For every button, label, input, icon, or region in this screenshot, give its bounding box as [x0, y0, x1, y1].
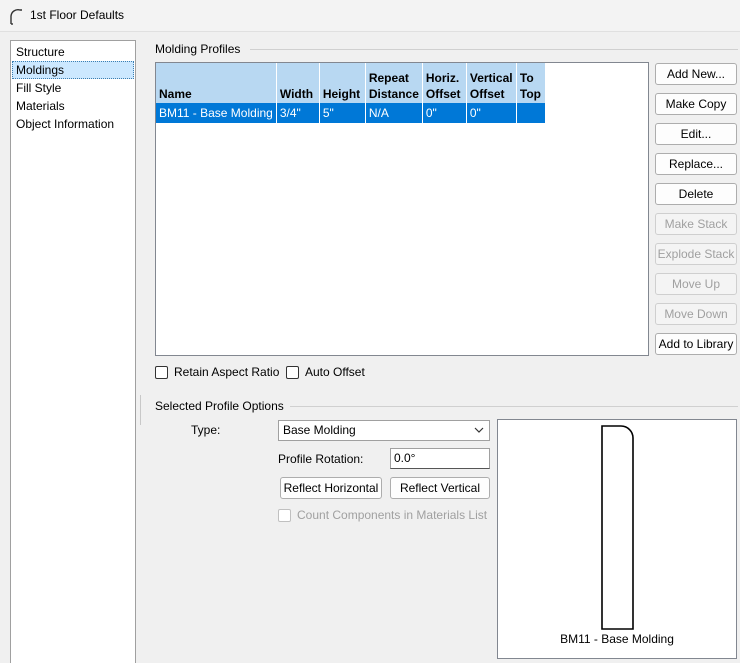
splitter-handle[interactable] [140, 395, 142, 425]
count-components-label: Count Components in Materials List [297, 508, 488, 522]
move-down-button[interactable]: Move Down [655, 303, 737, 325]
retain-aspect-ratio-option[interactable]: Retain Aspect Ratio [155, 365, 279, 379]
profile-rotation-input[interactable]: 0.0° [390, 448, 490, 469]
add-to-library-button[interactable]: Add to Library [655, 333, 737, 355]
cell-to-top [516, 103, 546, 123]
window-title: 1st Floor Defaults [30, 8, 125, 22]
type-dropdown[interactable]: Base Molding [278, 420, 490, 441]
delete-button[interactable]: Delete [655, 183, 737, 205]
type-dropdown-value: Base Molding [283, 423, 356, 437]
auto-offset-option[interactable]: Auto Offset [286, 365, 365, 379]
count-components-option[interactable]: Count Components in Materials List [278, 508, 487, 522]
auto-offset-label: Auto Offset [305, 365, 365, 379]
molding-profiles-table[interactable]: Name Width Height Repeat Distance Horiz. O… [155, 62, 649, 356]
reflect-horizontal-button[interactable]: Reflect Horizontal [280, 477, 382, 499]
explode-stack-button[interactable]: Explode Stack [655, 243, 737, 265]
chevron-down-icon [474, 421, 484, 447]
title-bar: 1st Floor Defaults [0, 0, 740, 32]
move-up-button[interactable]: Move Up [655, 273, 737, 295]
selected-profile-group-label: Selected Profile Options [155, 399, 288, 413]
molding-profiles-group-label: Molding Profiles [155, 42, 245, 56]
col-vertical-offset-header[interactable]: Vertical Offset [466, 63, 517, 103]
col-width-header[interactable]: Width [276, 63, 320, 103]
type-label: Type: [191, 423, 221, 437]
cell-horiz-offset: 0" [422, 103, 467, 123]
retain-aspect-ratio-checkbox[interactable] [155, 365, 168, 379]
molding-arc-icon [10, 9, 22, 25]
nav-item-object-information[interactable]: Object Information [12, 115, 134, 133]
category-list: Structure Moldings Fill Style Materials … [10, 40, 136, 663]
table-header-row: Name Width Height Repeat Distance Horiz. O… [156, 63, 546, 103]
col-name-header[interactable]: Name [156, 63, 277, 103]
auto-offset-checkbox[interactable] [286, 365, 299, 379]
profile-preview: BM11 - Base Molding [497, 419, 737, 659]
table-row[interactable]: BM11 - Base Molding 3/4" 5" N/A 0" 0" [156, 103, 546, 123]
profile-rotation-label: Profile Rotation: [278, 452, 364, 466]
nav-item-fill-style[interactable]: Fill Style [12, 79, 134, 97]
retain-aspect-ratio-label: Retain Aspect Ratio [174, 365, 280, 379]
group-divider [290, 406, 738, 407]
nav-item-structure[interactable]: Structure [12, 43, 134, 61]
cell-name: BM11 - Base Molding [156, 103, 277, 123]
add-new-button[interactable]: Add New... [655, 63, 737, 85]
col-horiz-offset-header[interactable]: Horiz. Offset [422, 63, 467, 103]
make-copy-button[interactable]: Make Copy [655, 93, 737, 115]
group-divider [250, 49, 738, 50]
reflect-vertical-button[interactable]: Reflect Vertical [390, 477, 490, 499]
count-components-checkbox[interactable] [278, 508, 291, 522]
nav-item-materials[interactable]: Materials [12, 97, 134, 115]
edit-button[interactable]: Edit... [655, 123, 737, 145]
nav-item-moldings[interactable]: Moldings [12, 61, 134, 79]
col-repeat-distance-header[interactable]: Repeat Distance [365, 63, 423, 103]
replace-button[interactable]: Replace... [655, 153, 737, 175]
cell-height: 5" [319, 103, 366, 123]
col-to-top-header[interactable]: To Top [516, 63, 546, 103]
preview-caption: BM11 - Base Molding [560, 632, 674, 646]
molding-profile-shape [601, 425, 634, 630]
cell-width: 3/4" [276, 103, 320, 123]
make-stack-button[interactable]: Make Stack [655, 213, 737, 235]
col-height-header[interactable]: Height [319, 63, 366, 103]
cell-repeat-distance: N/A [365, 103, 423, 123]
cell-vertical-offset: 0" [466, 103, 517, 123]
